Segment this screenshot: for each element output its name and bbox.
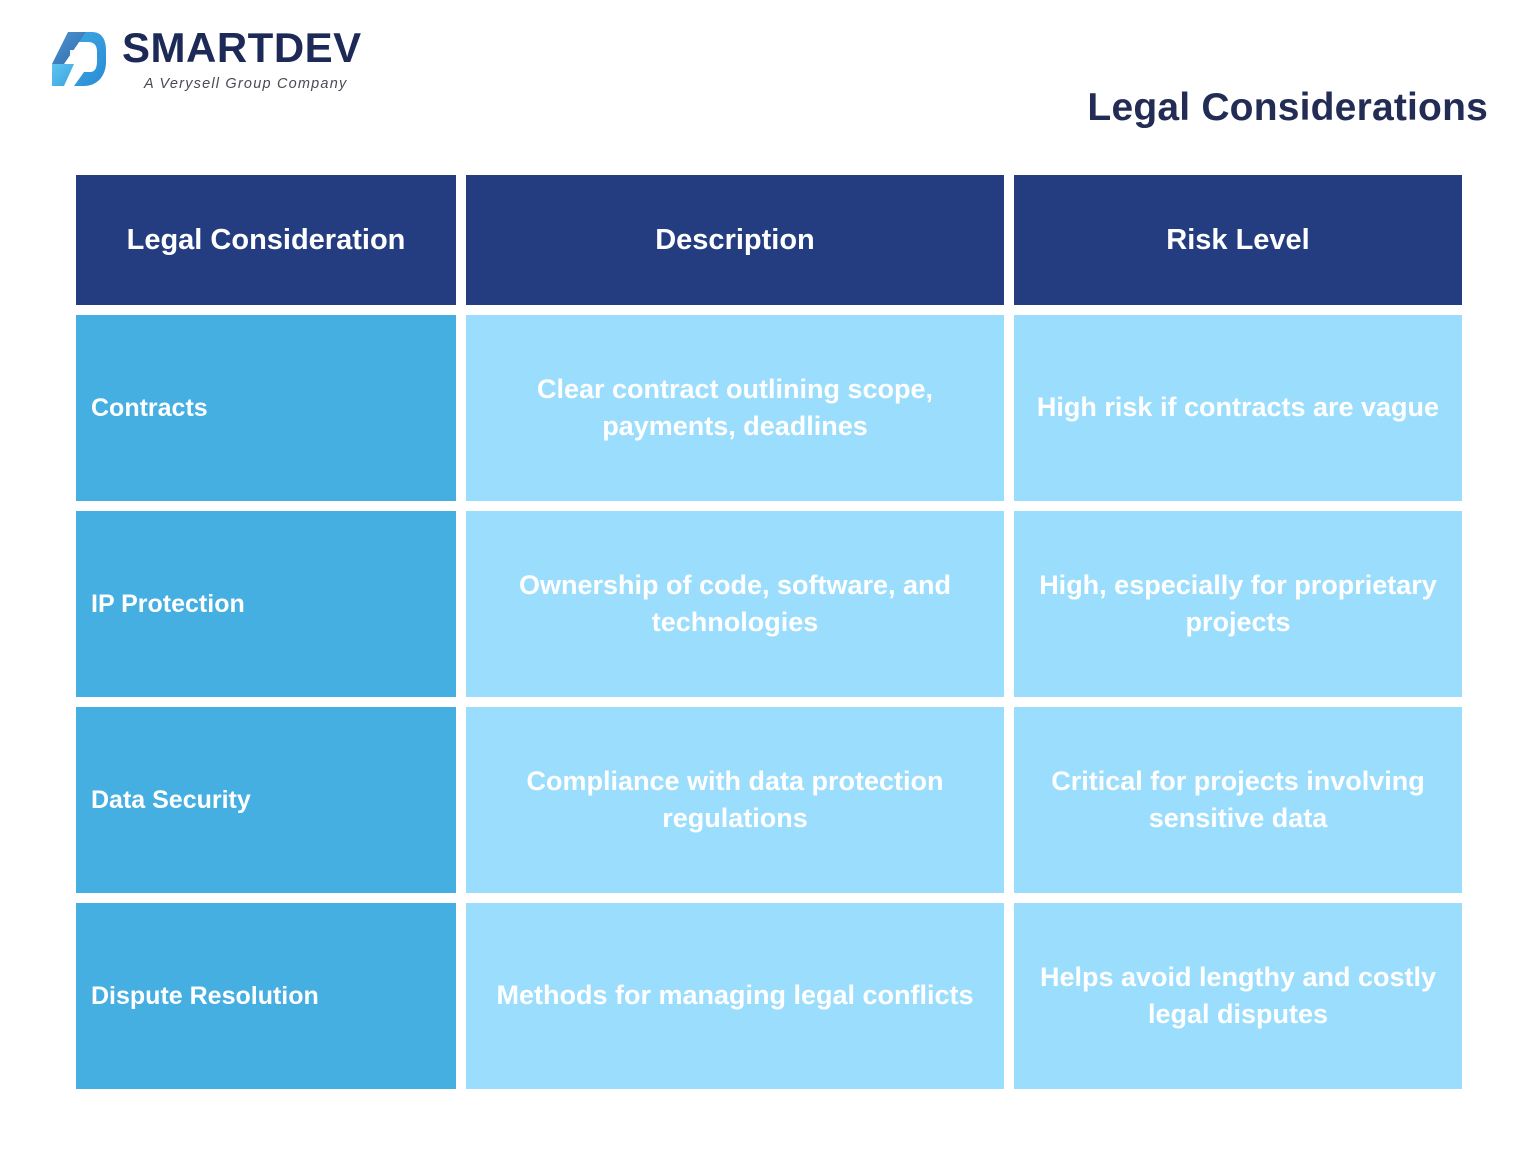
cell-risk-level: High risk if contracts are vague <box>1014 315 1462 501</box>
brand-text: SMARTDEV A Verysell Group Company <box>122 24 362 93</box>
cell-risk-level: High, especially for proprietary project… <box>1014 511 1462 697</box>
cell-description: Clear contract outlining scope, payments… <box>466 315 1004 501</box>
cell-description: Methods for managing legal conflicts <box>466 903 1004 1089</box>
brand-name: SMARTDEV <box>122 24 362 71</box>
table-row: Data Security Compliance with data prote… <box>76 707 1462 893</box>
table-row: Dispute Resolution Methods for managing … <box>76 903 1462 1089</box>
brand-logo: SMARTDEV A Verysell Group Company <box>50 24 362 93</box>
cell-description: Ownership of code, software, and technol… <box>466 511 1004 697</box>
table-header-row: Legal Consideration Description Risk Lev… <box>76 175 1462 305</box>
column-header-legal-consideration: Legal Consideration <box>76 175 456 305</box>
column-header-description: Description <box>466 175 1004 305</box>
cell-consideration: Dispute Resolution <box>76 903 456 1089</box>
cell-risk-level: Helps avoid lengthy and costly legal dis… <box>1014 903 1462 1089</box>
cell-consideration: Contracts <box>76 315 456 501</box>
legal-considerations-table: Legal Consideration Description Risk Lev… <box>76 175 1462 1089</box>
table-row: Contracts Clear contract outlining scope… <box>76 315 1462 501</box>
smartdev-d-logo-icon <box>50 28 106 90</box>
cell-consideration: IP Protection <box>76 511 456 697</box>
cell-consideration: Data Security <box>76 707 456 893</box>
cell-risk-level: Critical for projects involving sensitiv… <box>1014 707 1462 893</box>
page-header: SMARTDEV A Verysell Group Company Legal … <box>0 0 1536 160</box>
table-row: IP Protection Ownership of code, softwar… <box>76 511 1462 697</box>
column-header-risk-level: Risk Level <box>1014 175 1462 305</box>
page-title: Legal Considerations <box>1087 86 1488 129</box>
cell-description: Compliance with data protection regulati… <box>466 707 1004 893</box>
brand-tagline: A Verysell Group Company <box>144 76 348 93</box>
